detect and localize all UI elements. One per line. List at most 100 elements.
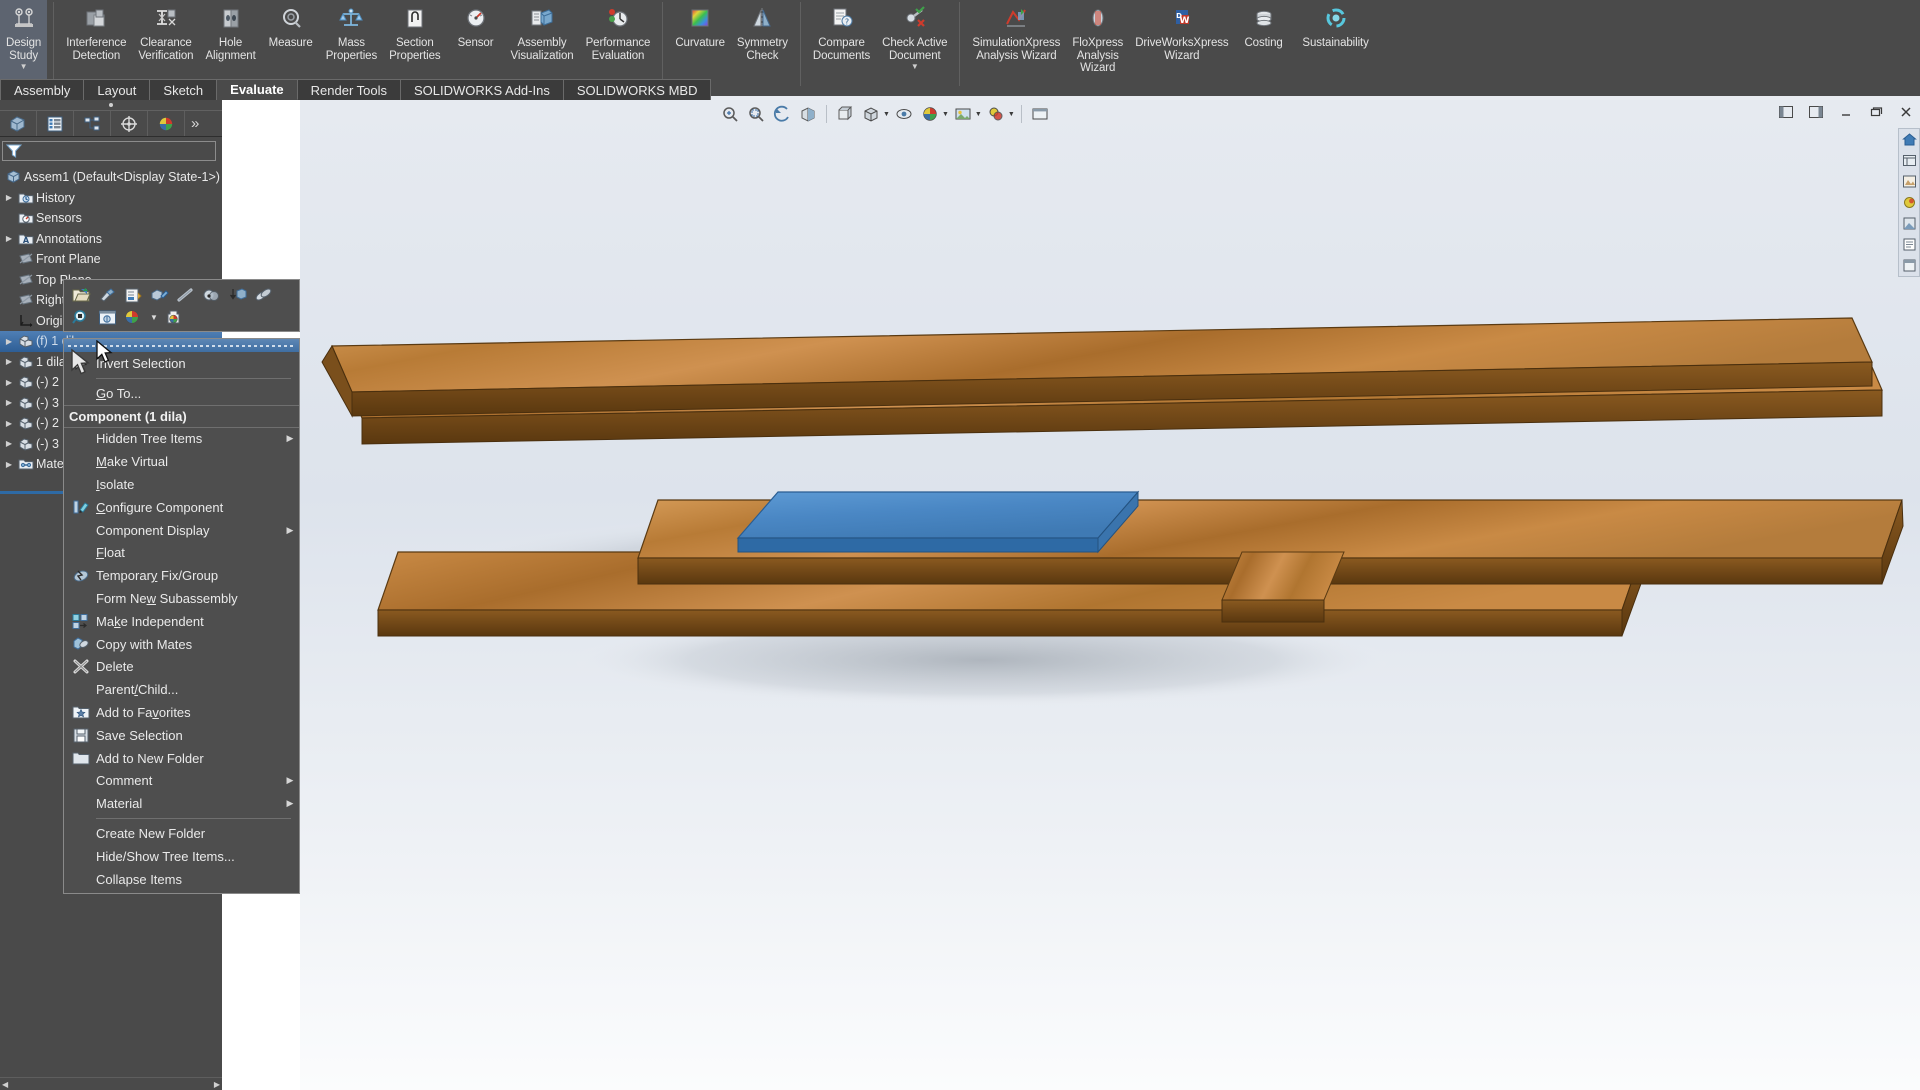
- restore-button[interactable]: [1866, 103, 1886, 121]
- pane-right-button[interactable]: [1806, 103, 1826, 121]
- minimize-button[interactable]: [1836, 103, 1856, 121]
- home-button[interactable]: [1899, 129, 1920, 150]
- tab-assembly[interactable]: Assembly: [0, 79, 85, 100]
- tree-filter-input[interactable]: [22, 144, 212, 158]
- menu-item-float[interactable]: Float: [64, 542, 299, 565]
- decals-tab-button[interactable]: [1899, 213, 1920, 234]
- scroll-right-icon[interactable]: ▶: [214, 1080, 220, 1089]
- scenes-tab-button[interactable]: [1899, 192, 1920, 213]
- menu-item-isolate[interactable]: Isolate: [64, 473, 299, 496]
- expand-arrow-icon[interactable]: ▶: [2, 234, 16, 243]
- menu-item-delete[interactable]: Delete: [64, 656, 299, 679]
- menu-item-temporary-fix-group[interactable]: Temporary Fix/Group: [64, 564, 299, 587]
- apply-scene-button[interactable]: [951, 102, 975, 126]
- annotations-folder-icon: A: [16, 231, 36, 247]
- panel-more-tabs-button[interactable]: »: [191, 115, 199, 132]
- tree-horizontal-scrollbar[interactable]: ◀ ▶: [0, 1077, 222, 1090]
- tab-property-manager[interactable]: [37, 111, 74, 136]
- invert-selection-button[interactable]: [96, 285, 119, 306]
- fix-component-button[interactable]: [226, 285, 249, 306]
- tab-display-manager[interactable]: [148, 111, 185, 136]
- menu-item-make-virtual[interactable]: Make Virtual: [64, 450, 299, 473]
- open-part-button[interactable]: [70, 285, 93, 306]
- tree-item-assembly-root[interactable]: Assem1 (Default<Display State-1>): [0, 167, 222, 188]
- tree-item-sensors[interactable]: Sensors: [0, 208, 222, 229]
- zoom-to-fit-button[interactable]: [718, 102, 742, 126]
- check-active-document-caret-icon[interactable]: ▼: [911, 63, 919, 71]
- graphics-viewport[interactable]: [222, 100, 1920, 1090]
- expand-arrow-icon[interactable]: ▶: [2, 460, 16, 469]
- expand-arrow-icon[interactable]: ▶: [2, 357, 16, 366]
- appearances-caret-icon[interactable]: ▼: [150, 313, 158, 322]
- hide-show-items-button[interactable]: [892, 102, 916, 126]
- menu-item-copy-with-mates[interactable]: Copy with Mates: [64, 633, 299, 656]
- apply-scene-caret-icon[interactable]: ▼: [975, 111, 982, 118]
- appearances-tab-button[interactable]: [1899, 171, 1920, 192]
- expand-arrow-icon[interactable]: ▶: [2, 439, 16, 448]
- menu-item-add-to-new-folder[interactable]: Add to New Folder: [64, 747, 299, 770]
- menu-item-collapse-items[interactable]: Collapse Items: [64, 868, 299, 891]
- view-settings-button[interactable]: [984, 102, 1008, 126]
- expand-arrow-icon[interactable]: ▶: [2, 378, 16, 387]
- edit-appearance-caret-icon[interactable]: ▼: [942, 111, 949, 118]
- menu-item-component-display[interactable]: Component Display ▶: [64, 519, 299, 542]
- menu-item-save-selection[interactable]: Save Selection: [64, 724, 299, 747]
- component-properties-button[interactable]: [148, 285, 171, 306]
- view-palette-button[interactable]: [1899, 255, 1920, 276]
- tree-item-annotations[interactable]: ▶ A Annotations: [0, 229, 222, 250]
- display-style-button[interactable]: [859, 102, 883, 126]
- display-style-caret-icon[interactable]: ▼: [883, 111, 890, 118]
- previous-view-button[interactable]: [770, 102, 794, 126]
- tree-filter-box[interactable]: [2, 141, 216, 161]
- tab-layout[interactable]: Layout: [84, 79, 151, 100]
- menu-item-parent-child[interactable]: Parent/Child...: [64, 678, 299, 701]
- expand-arrow-icon[interactable]: ▶: [2, 337, 16, 346]
- menu-item-create-new-folder[interactable]: Create New Folder: [64, 822, 299, 845]
- appearances-button[interactable]: [122, 307, 145, 328]
- edit-appearance-button[interactable]: [918, 102, 942, 126]
- tab-sketch[interactable]: Sketch: [150, 79, 218, 100]
- tree-item-front-plane[interactable]: Front Plane: [0, 249, 222, 270]
- tab-dimxpert-manager[interactable]: [111, 111, 148, 136]
- tab-render-tools[interactable]: Render Tools: [297, 79, 402, 100]
- mate-button[interactable]: [252, 285, 275, 306]
- display-pane-button[interactable]: [1899, 150, 1920, 171]
- open-drawing-button[interactable]: [96, 307, 119, 328]
- menu-item-hidden-tree-items[interactable]: Hidden Tree Items ▶: [64, 428, 299, 451]
- driveworksxpress-label: DriveWorksXpress Wizard: [1135, 37, 1229, 62]
- expand-arrow-icon[interactable]: ▶: [2, 398, 16, 407]
- tab-solidworks-addins[interactable]: SOLIDWORKS Add-Ins: [401, 79, 564, 100]
- expand-arrow-icon[interactable]: ▶: [2, 193, 16, 202]
- view-orientation-button[interactable]: [833, 102, 857, 126]
- pane-left-button[interactable]: [1776, 103, 1796, 121]
- close-button[interactable]: [1896, 103, 1916, 121]
- design-study-caret-icon[interactable]: ▼: [20, 63, 28, 71]
- viewport-button[interactable]: [1028, 102, 1052, 126]
- panel-gripper[interactable]: [0, 100, 222, 111]
- menu-item-comment[interactable]: Comment ▶: [64, 770, 299, 793]
- view-settings-caret-icon[interactable]: ▼: [1008, 111, 1015, 118]
- tab-configuration-manager[interactable]: [74, 111, 111, 136]
- section-view-button[interactable]: [796, 102, 820, 126]
- isolate-button[interactable]: [200, 285, 223, 306]
- hide-component-button[interactable]: [174, 285, 197, 306]
- menu-item-form-new-subassembly[interactable]: Form New Subassembly: [64, 587, 299, 610]
- menu-item-make-independent[interactable]: Make Independent: [64, 610, 299, 633]
- zoom-to-area-button[interactable]: [744, 102, 768, 126]
- change-suppression-button[interactable]: [122, 285, 145, 306]
- tree-item-history[interactable]: ▶ History: [0, 188, 222, 209]
- menu-item-material[interactable]: Material ▶: [64, 792, 299, 815]
- menu-item-invert-selection[interactable]: Invert Selection: [64, 352, 299, 375]
- edit-appearance-button[interactable]: [163, 307, 186, 328]
- scroll-left-icon[interactable]: ◀: [2, 1080, 8, 1089]
- tab-solidworks-mbd[interactable]: SOLIDWORKS MBD: [563, 79, 712, 100]
- tab-feature-manager[interactable]: [0, 111, 37, 136]
- menu-item-add-to-favorites[interactable]: Add to Favorites: [64, 701, 299, 724]
- zoom-to-selection-button[interactable]: [70, 307, 93, 328]
- menu-item-go-to[interactable]: GGo To...o To...: [64, 382, 299, 405]
- expand-arrow-icon[interactable]: ▶: [2, 419, 16, 428]
- custom-properties-button[interactable]: [1899, 234, 1920, 255]
- tab-evaluate[interactable]: Evaluate: [217, 79, 298, 100]
- menu-item-hide-show-tree-items[interactable]: Hide/Show Tree Items...: [64, 845, 299, 868]
- menu-item-configure-component[interactable]: Configure Component: [64, 496, 299, 519]
